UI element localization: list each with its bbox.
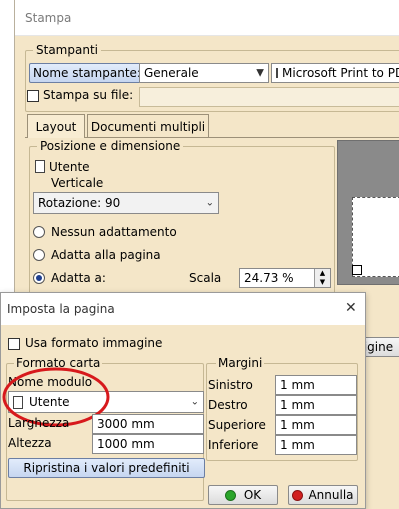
scale-label: Scala [189,271,222,285]
margin-right-label: Destro [208,398,248,412]
page-setup-dialog: Imposta la pagina ✕ Usa formato immagine… [0,292,366,509]
print-window-title: Stampa [25,11,72,25]
printer-name-button-label: Nome stampante: [33,66,141,80]
width-value: 3000 mm [97,417,155,431]
ok-icon [224,489,236,501]
height-value: 1000 mm [97,437,155,451]
margins-label: Margini [216,356,265,370]
no-fit-radio[interactable] [33,226,45,238]
scale-input[interactable]: 24.73 % ▲ ▼ [239,268,331,288]
no-fit-label: Nessun adattamento [51,225,177,239]
reset-defaults-label: Ripristina i valori predefiniti [23,461,190,475]
orientation-user-label: Utente [49,160,90,174]
position-group-label: Posizione e dimensione [37,139,184,153]
height-label: Altezza [8,436,52,450]
margin-left-value: 1 mm [280,378,315,392]
scale-value: 24.73 % [244,271,294,285]
cancel-icon [292,489,304,501]
chevron-down-icon: ▼ [256,67,264,79]
rotation-select[interactable]: Rotazione: 90 ⌄ [33,192,219,214]
printers-group-label: Stampanti [33,43,101,57]
tab-documenti-multipli[interactable]: Documenti multipli [87,114,209,138]
margin-top-label: Superiore [208,418,266,432]
use-image-format-label: Usa formato immagine [25,336,163,350]
chevron-down-icon: ⌄ [190,396,199,408]
print-window-titlebar: Stampa [15,0,399,36]
margin-right-input[interactable]: 1 mm [275,395,357,415]
print-to-file-label: Stampa su file: [43,88,134,102]
chevron-down-icon: ⌄ [205,197,214,209]
print-to-file-input[interactable] [139,87,399,107]
ok-button[interactable]: OK [208,485,278,505]
margin-bottom-input[interactable]: 1 mm [275,435,357,455]
margin-bottom-value: 1 mm [280,438,315,452]
preview-anchor-icon [352,265,362,275]
rotation-value: Rotazione: 90 [38,196,121,210]
ok-label: OK [243,488,262,502]
margin-left-label: Sinistro [208,378,253,392]
margin-top-input[interactable]: 1 mm [275,415,357,435]
margin-left-input[interactable]: 1 mm [275,375,357,395]
page-setup-titlebar: Imposta la pagina ✕ [1,293,365,325]
close-icon[interactable]: ✕ [345,300,357,316]
height-input[interactable]: 1000 mm [92,434,204,454]
fit-to-radio[interactable] [33,272,45,284]
margin-right-value: 1 mm [280,398,315,412]
print-to-file-checkbox[interactable] [27,90,39,102]
fit-page-label: Adatta alla pagina [51,248,161,262]
printer-icon [276,68,278,78]
width-label: Larghezza [8,416,70,430]
cancel-button[interactable]: Annulla [288,485,358,505]
orientation-label: Verticale [51,176,104,190]
margin-bottom-label: Inferiore [208,438,259,452]
tab-layout[interactable]: Layout [27,114,85,138]
tab-documenti-multipli-label: Documenti multipli [90,119,206,134]
cancel-label: Annulla [308,488,354,502]
fit-to-label: Adatta a: [51,271,106,285]
printer-device-select[interactable]: Microsoft Print to PDF [271,63,399,83]
fit-page-radio[interactable] [33,249,45,261]
print-preview [337,140,399,285]
printer-category-value: Generale [144,66,199,80]
reset-defaults-button[interactable]: Ripristina i valori predefiniti [8,458,205,478]
printer-category-select[interactable]: Generale ▼ [139,63,269,83]
tab-layout-label: Layout [35,119,77,134]
margin-top-value: 1 mm [280,418,315,432]
printer-name-button[interactable]: Nome stampante: [29,63,145,83]
document-icon [35,160,45,173]
spinner-icon: ▲ ▼ [314,269,330,287]
width-input[interactable]: 3000 mm [92,414,204,434]
page-setup-title: Imposta la pagina [7,302,115,316]
use-image-format-checkbox[interactable] [8,338,20,350]
printer-device-value: Microsoft Print to PDF [282,66,399,80]
